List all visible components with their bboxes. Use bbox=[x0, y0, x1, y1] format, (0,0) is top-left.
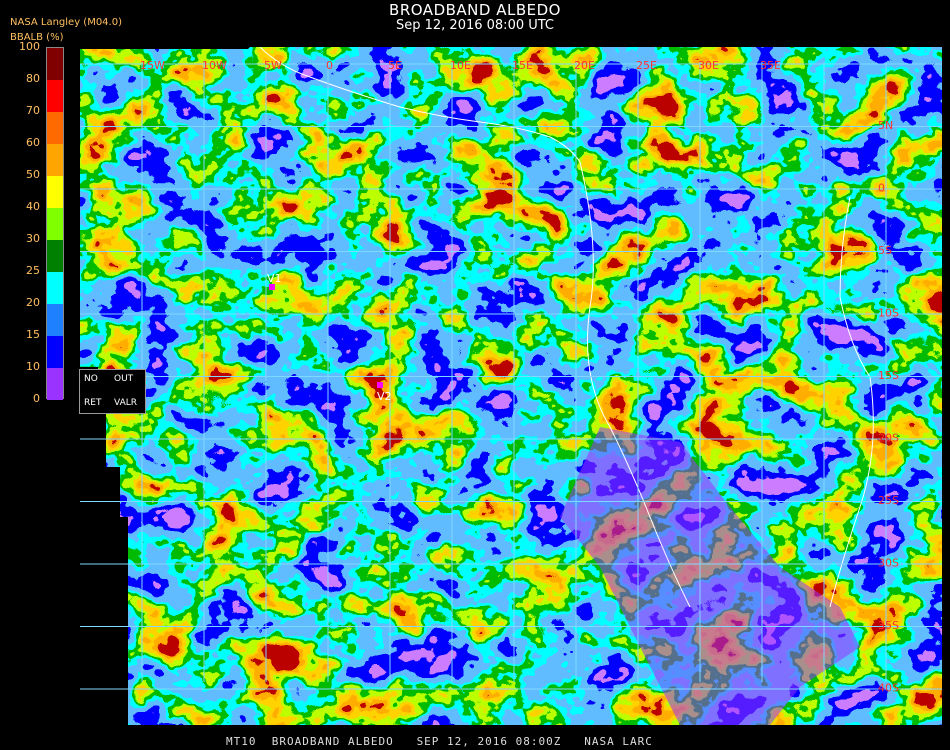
colorbar-tick-label: 25 bbox=[26, 264, 40, 277]
map-subtitle: Sep 12, 2016 08:00 UTC bbox=[395, 18, 555, 33]
source-label: NASA Langley (M04.0) bbox=[10, 17, 122, 28]
map-title: BROADBAND ALBEDO bbox=[389, 1, 561, 19]
footer-caption: MT10 BROADBAND ALBEDO SEP 12, 2016 08:00… bbox=[226, 735, 653, 748]
longitude-label: 10W bbox=[202, 59, 227, 72]
longitude-label: 35E bbox=[760, 59, 781, 72]
longitude-label: 0 bbox=[326, 59, 333, 72]
longitude-label: 30E bbox=[698, 59, 719, 72]
colorbar-tick-label: 80 bbox=[26, 72, 40, 85]
longitude-label: 5E bbox=[388, 59, 402, 72]
colorbar-tick-label: 15 bbox=[26, 328, 40, 341]
colorbar-band bbox=[47, 304, 63, 336]
legend-no: NO bbox=[84, 374, 98, 384]
colorbar-band bbox=[47, 272, 63, 304]
latitude-label: 5S bbox=[878, 244, 892, 257]
longitude-label: 20E bbox=[574, 59, 595, 72]
latitude-label: 5N bbox=[878, 119, 893, 132]
latitude-label: 35S bbox=[878, 619, 899, 632]
colorbar-band bbox=[47, 112, 63, 144]
colorbar-band bbox=[47, 240, 63, 272]
latitude-label: 30S bbox=[878, 557, 899, 570]
longitude-label: 15W bbox=[140, 59, 165, 72]
latitude-label: 40S bbox=[878, 682, 899, 695]
longitude-label: 25E bbox=[636, 59, 657, 72]
longitude-label: 15E bbox=[512, 59, 533, 72]
colorbar-band bbox=[47, 144, 63, 176]
colorbar-tick-label: 20 bbox=[26, 296, 40, 309]
colorbar-tick-label: 100 bbox=[19, 40, 40, 53]
legend-out: OUT bbox=[114, 374, 134, 384]
site-v1-label: V1 bbox=[267, 272, 282, 285]
colorbar-band bbox=[47, 80, 63, 112]
albedo-map: 15W 10W 5W 0 5E 10E 15E 20E 25E 30E 35E 5N 0 5S 10S 15… bbox=[80, 47, 942, 725]
off-disk-top-left bbox=[80, 47, 250, 49]
colorbar-tick-label: 60 bbox=[26, 136, 40, 149]
colorbar bbox=[46, 47, 64, 400]
colorbar-band bbox=[47, 368, 63, 400]
legend-ret: RET bbox=[84, 398, 102, 408]
colorbar-tick-label: 0 bbox=[33, 392, 40, 405]
colorbar-tick-label: 40 bbox=[26, 200, 40, 213]
colorbar-band bbox=[47, 176, 63, 208]
colorbar-band bbox=[47, 336, 63, 368]
latitude-label: 15S bbox=[878, 369, 899, 382]
latitude-label: 25S bbox=[878, 494, 899, 507]
latitude-label: 10S bbox=[878, 307, 899, 320]
colorbar-tick-label: 10 bbox=[26, 360, 40, 373]
missing-data-legend: NO OUT RET VALR bbox=[79, 369, 146, 414]
colorbar-band bbox=[47, 208, 63, 240]
colorbar-tick-label: 70 bbox=[26, 104, 40, 117]
longitude-label: 5W bbox=[264, 59, 282, 72]
colorbar-tick-label: 30 bbox=[26, 232, 40, 245]
latitude-label: 0 bbox=[878, 182, 885, 195]
colorbar-tick-label: 50 bbox=[26, 168, 40, 181]
latitude-label: 20S bbox=[878, 432, 899, 445]
legend-valr: VALR bbox=[114, 398, 138, 408]
site-v2-label: V2 bbox=[377, 390, 392, 403]
colorbar-band bbox=[47, 48, 63, 80]
longitude-label: 10E bbox=[450, 59, 471, 72]
